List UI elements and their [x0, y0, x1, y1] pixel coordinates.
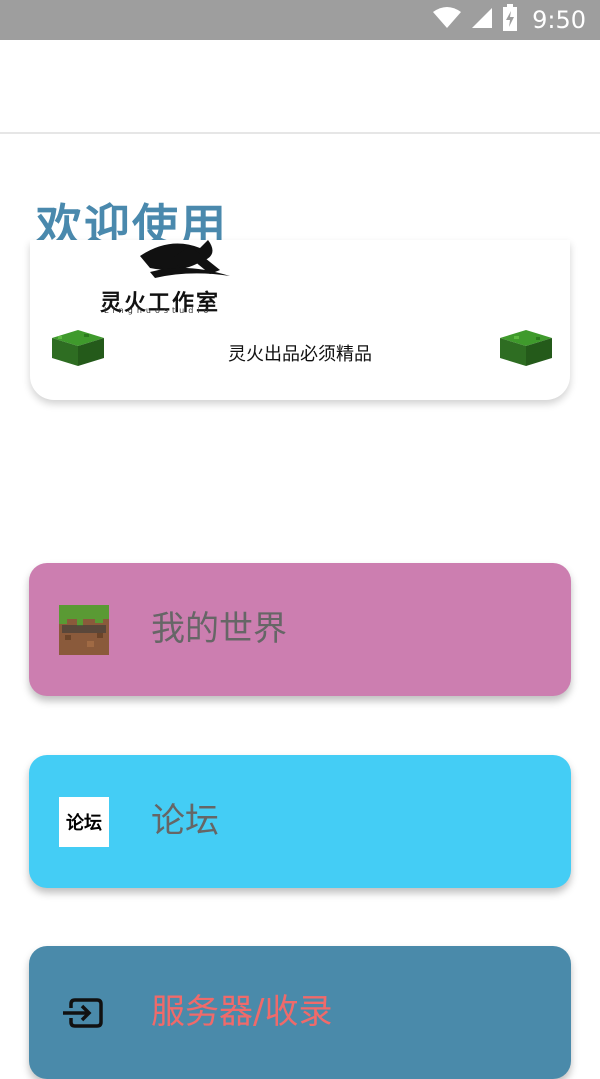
forum-label: 论坛 [151, 801, 219, 841]
grass-block-icon [52, 330, 104, 366]
status-time: 9:50 [532, 6, 586, 34]
battery-charging-icon [502, 4, 518, 36]
studio-sub: Linghuostudio [104, 306, 213, 315]
minecraft-label: 我的世界 [151, 609, 287, 649]
server-list-label: 服务器/收录 [151, 992, 333, 1032]
exit-icon [63, 998, 103, 1028]
status-bar: 9:50 [0, 0, 600, 40]
minecraft-button[interactable]: 我的世界 [29, 563, 571, 696]
app-bar [0, 40, 600, 134]
server-list-button[interactable]: 服务器/收录 [29, 946, 571, 1079]
forum-button[interactable]: 论坛 论坛 [29, 755, 571, 888]
minecraft-icon [59, 605, 109, 655]
wifi-icon [432, 6, 462, 34]
forum-icon: 论坛 [59, 797, 109, 847]
signal-icon [470, 6, 494, 34]
status-icons: 9:50 [432, 0, 586, 40]
studio-logo-icon [140, 240, 230, 278]
slogan: 灵火出品必须精品 [228, 344, 372, 365]
grass-block-icon [500, 330, 552, 366]
studio-banner: 灵火工作室 Linghuostudio 灵火出品必须精品 [30, 240, 570, 400]
